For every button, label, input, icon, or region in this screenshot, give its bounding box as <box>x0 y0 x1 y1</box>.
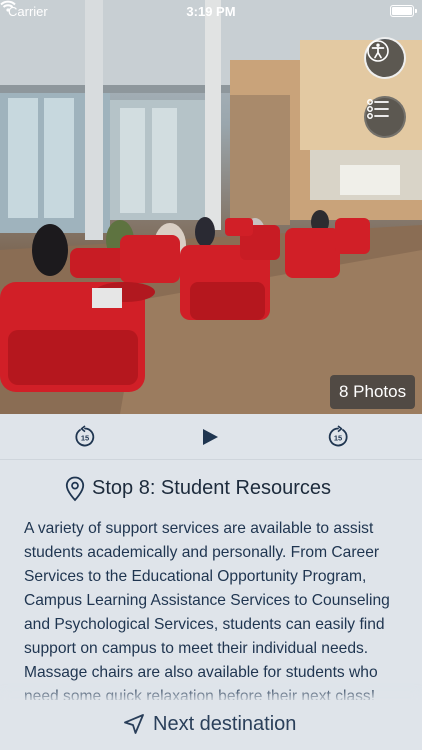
map-pin-icon <box>65 476 85 502</box>
forward-seconds: 15 <box>334 434 342 443</box>
stop-list-button[interactable] <box>364 96 406 138</box>
audio-controls: 15 15 <box>0 414 422 460</box>
next-destination-label: Next destination <box>153 713 297 735</box>
forward-15-button[interactable]: 15 <box>325 424 351 450</box>
forward-15-icon: 15 <box>328 425 348 447</box>
accessibility-button[interactable] <box>364 37 406 79</box>
rewind-15-button[interactable]: 15 <box>72 424 98 450</box>
rewind-seconds: 15 <box>81 434 89 443</box>
stop-description: A variety of support services are availa… <box>24 520 390 700</box>
accessibility-icon <box>367 40 389 62</box>
status-bar: Carrier 3:19 PM <box>0 0 422 22</box>
hero-photo-scene <box>0 0 422 414</box>
navigation-arrow-icon <box>124 714 144 734</box>
rewind-15-icon: 15 <box>75 425 95 447</box>
list-icon <box>367 99 389 119</box>
hero-photo[interactable]: Carrier 3:19 PM 8 Photos <box>0 0 422 414</box>
next-destination-button[interactable]: Next destination <box>0 700 422 750</box>
play-button[interactable] <box>197 424 223 450</box>
bottom-bar: Next destination <box>0 700 422 750</box>
play-icon <box>203 429 218 445</box>
clock: 3:19 PM <box>186 4 236 19</box>
battery-icon <box>390 5 417 17</box>
stop-title: Stop 8: Student Resources <box>92 477 332 499</box>
photos-count-badge[interactable]: 8 Photos <box>330 375 416 409</box>
stop-header: Stop 8: Student Resources <box>0 474 422 504</box>
